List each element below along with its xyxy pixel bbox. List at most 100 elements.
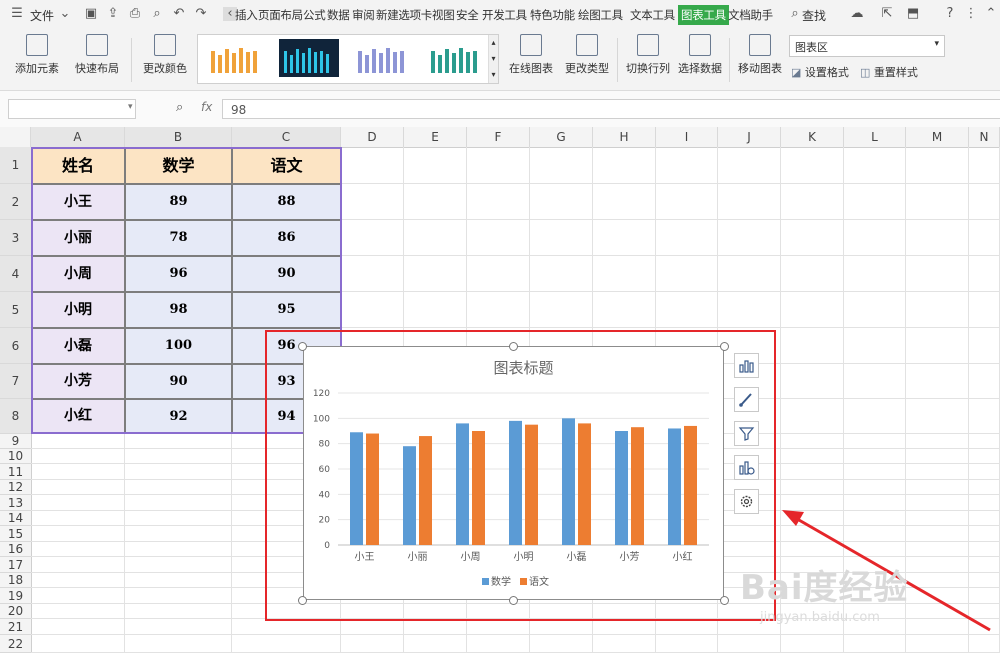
row-header-5[interactable]: 5 <box>0 292 31 328</box>
row-header-22[interactable]: 22 <box>0 635 31 653</box>
change-color-button[interactable]: 更改颜色 <box>138 34 192 76</box>
math-cell[interactable]: 98 <box>125 292 232 328</box>
row-header-18[interactable]: 18 <box>0 573 31 588</box>
formula-input[interactable]: 98 <box>222 99 1000 119</box>
tab-7[interactable]: 安全 <box>456 7 479 23</box>
move-chart-button[interactable]: 移动图表 <box>736 34 784 76</box>
row-header-19[interactable]: 19 <box>0 588 31 604</box>
redo-icon[interactable]: ↷ <box>194 7 208 21</box>
add-element-button[interactable]: 添加元素 <box>10 34 64 76</box>
row-header-16[interactable]: 16 <box>0 542 31 557</box>
chinese-cell[interactable]: 95 <box>232 292 341 328</box>
more-icon[interactable]: ⋮ <box>964 7 978 21</box>
file-menu[interactable]: 文件 <box>30 7 54 24</box>
switch-row-col-button[interactable]: 切换行列 <box>624 34 672 76</box>
row-header-17[interactable]: 17 <box>0 557 31 573</box>
column-header-h[interactable]: H <box>593 127 656 147</box>
column-header-f[interactable]: F <box>467 127 530 147</box>
row-header-10[interactable]: 10 <box>0 449 31 464</box>
cloud-icon[interactable]: ☁ <box>850 7 864 21</box>
undo-icon[interactable]: ↶ <box>172 7 186 21</box>
help-icon[interactable]: ? <box>943 7 957 21</box>
math-cell[interactable]: 96 <box>125 256 232 292</box>
chevron-down-icon[interactable]: ⌄ <box>58 7 72 21</box>
math-cell[interactable]: 90 <box>125 364 232 399</box>
tab-0[interactable]: 插入 <box>235 7 258 23</box>
export-icon[interactable]: ⇪ <box>106 7 120 21</box>
tab-5[interactable]: 新建选项卡 <box>376 7 432 23</box>
online-chart-button[interactable]: 在线图表 <box>505 34 557 76</box>
chart-style-thumb-2[interactable] <box>279 39 339 77</box>
column-header-n[interactable]: N <box>969 127 1000 147</box>
column-header-m[interactable]: M <box>906 127 969 147</box>
tab-9[interactable]: 特色功能 <box>530 7 575 23</box>
column-header-l[interactable]: L <box>844 127 906 147</box>
chart-style-thumb-1[interactable] <box>206 39 266 77</box>
row-header-20[interactable]: 20 <box>0 604 31 619</box>
select-data-button[interactable]: 选择数据 <box>676 34 724 76</box>
zoom-icon[interactable]: ⌕ <box>176 100 183 115</box>
fx-label[interactable]: fx <box>201 100 212 114</box>
name-cell[interactable]: 小周 <box>31 256 125 292</box>
chart-area-select[interactable]: 图表区 ▾ <box>789 35 945 57</box>
column-header-g[interactable]: G <box>530 127 593 147</box>
chinese-cell[interactable]: 90 <box>232 256 341 292</box>
tab-10[interactable]: 绘图工具 <box>578 7 623 23</box>
row-header-15[interactable]: 15 <box>0 526 31 542</box>
row-header-1[interactable]: 1 <box>0 147 31 184</box>
name-cell[interactable]: 小红 <box>31 399 125 434</box>
name-cell[interactable]: 小丽 <box>31 220 125 256</box>
print-preview-icon[interactable]: ⌕ <box>150 7 164 21</box>
save-icon[interactable]: ▣ <box>84 7 98 21</box>
math-cell[interactable]: 100 <box>125 328 232 364</box>
row-header-11[interactable]: 11 <box>0 464 31 480</box>
chart-style-thumb-3[interactable] <box>353 39 413 77</box>
row-header-13[interactable]: 13 <box>0 495 31 511</box>
row-header-12[interactable]: 12 <box>0 480 31 495</box>
name-box[interactable] <box>8 99 136 119</box>
print-icon[interactable]: ⎙ <box>128 7 142 21</box>
tab-4[interactable]: 审阅 <box>352 7 375 23</box>
column-header-c[interactable]: C <box>232 127 341 147</box>
chinese-cell[interactable]: 86 <box>232 220 341 256</box>
tab-6[interactable]: 视图 <box>432 7 455 23</box>
column-header-e[interactable]: E <box>404 127 467 147</box>
change-type-button[interactable]: 更改类型 <box>563 34 611 76</box>
column-header-b[interactable]: B <box>125 127 232 147</box>
column-header-j[interactable]: J <box>718 127 781 147</box>
math-cell[interactable]: 89 <box>125 184 232 220</box>
tab-12[interactable]: 图表工具 <box>678 5 729 25</box>
row-header-3[interactable]: 3 <box>0 220 31 256</box>
gallery-scroll[interactable]: ▴ ▾ ▾ <box>488 35 498 83</box>
row-header-14[interactable]: 14 <box>0 511 31 526</box>
row-header-21[interactable]: 21 <box>0 619 31 635</box>
hamburger-icon[interactable]: ☰ <box>10 7 24 21</box>
tab-1[interactable]: 页面布局 <box>258 7 303 23</box>
set-format-button[interactable]: ◪ 设置格式 <box>791 64 849 80</box>
select-all-corner[interactable] <box>0 127 31 147</box>
collapse-ribbon-icon[interactable]: ⌃ <box>984 7 998 21</box>
column-header-a[interactable]: A <box>31 127 125 147</box>
row-header-9[interactable]: 9 <box>0 434 31 449</box>
reset-style-button[interactable]: ◫ 重置样式 <box>860 64 918 80</box>
header-cell[interactable]: 姓名 <box>31 147 125 184</box>
header-cell[interactable]: 语文 <box>232 147 341 184</box>
chevron-down-icon[interactable]: ▾ <box>128 102 133 112</box>
column-header-k[interactable]: K <box>781 127 844 147</box>
row-header-6[interactable]: 6 <box>0 328 31 364</box>
tab-3[interactable]: 数据 <box>327 7 350 23</box>
math-cell[interactable]: 92 <box>125 399 232 434</box>
share-icon[interactable]: ⇱ <box>880 7 894 21</box>
chart-style-thumb-4[interactable] <box>426 39 486 77</box>
sync-icon[interactable]: ⬒ <box>906 7 920 21</box>
column-header-d[interactable]: D <box>341 127 404 147</box>
chinese-cell[interactable]: 88 <box>232 184 341 220</box>
row-header-7[interactable]: 7 <box>0 364 31 399</box>
search-button[interactable]: 查找 <box>802 7 826 24</box>
row-header-8[interactable]: 8 <box>0 399 31 434</box>
tab-2[interactable]: 公式 <box>303 7 326 23</box>
math-cell[interactable]: 78 <box>125 220 232 256</box>
tab-13[interactable]: 文档助手 <box>728 7 773 23</box>
row-header-4[interactable]: 4 <box>0 256 31 292</box>
header-cell[interactable]: 数学 <box>125 147 232 184</box>
